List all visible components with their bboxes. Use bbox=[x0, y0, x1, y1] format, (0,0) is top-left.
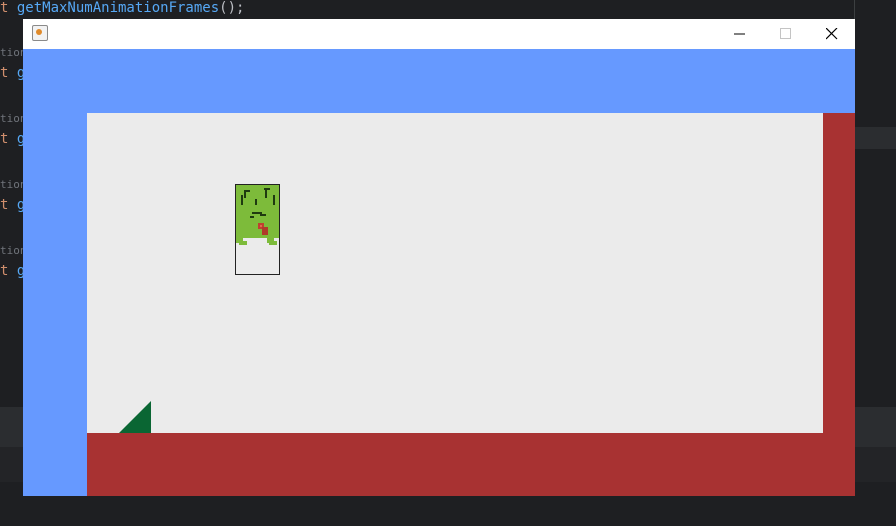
close-button[interactable] bbox=[809, 19, 855, 49]
game-canvas[interactable] bbox=[23, 49, 855, 496]
code-fragment: t g bbox=[0, 197, 26, 213]
minimize-icon bbox=[734, 33, 745, 35]
frog-icon bbox=[236, 185, 279, 245]
ramp-slope bbox=[119, 401, 151, 433]
room-background bbox=[87, 113, 823, 433]
java-icon[interactable] bbox=[32, 25, 48, 41]
editor-divider bbox=[854, 0, 855, 20]
code-punctuation: (); bbox=[219, 0, 245, 16]
code-keyword: t bbox=[0, 0, 17, 16]
maximize-button[interactable] bbox=[763, 19, 809, 49]
code-fragment: t g bbox=[0, 263, 26, 279]
code-fragment: t g bbox=[0, 131, 26, 147]
game-window bbox=[23, 19, 855, 496]
minimize-button[interactable] bbox=[717, 19, 763, 49]
maximize-icon bbox=[780, 28, 791, 39]
player-sprite bbox=[235, 184, 280, 275]
ide-highlight-band bbox=[855, 127, 896, 149]
code-fragment: t g bbox=[0, 65, 26, 81]
close-icon bbox=[826, 28, 838, 40]
code-line: t getMaxNumAnimationFrames(); bbox=[0, 0, 244, 17]
window-titlebar[interactable] bbox=[23, 19, 855, 49]
floor bbox=[87, 433, 855, 496]
code-function: getMaxNumAnimationFrames bbox=[16, 0, 220, 16]
